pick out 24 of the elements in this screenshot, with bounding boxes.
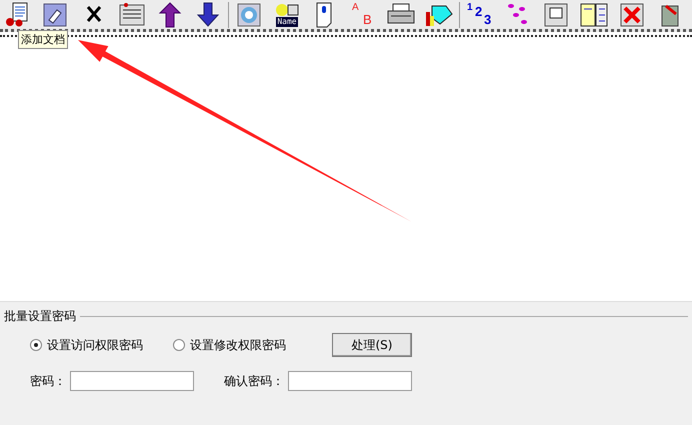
radio-button[interactable] <box>30 339 42 351</box>
password-field[interactable] <box>70 371 194 391</box>
icon-label: 1 <box>467 2 473 13</box>
process-button[interactable]: 处理(S) <box>332 333 412 357</box>
icon-label: 2 <box>475 4 482 19</box>
toolbar-button[interactable]: A B <box>345 1 381 29</box>
icon-label: Name <box>276 17 298 27</box>
field-label: 确认密码： <box>224 372 284 390</box>
globe-icon <box>235 2 263 28</box>
tooltip: 添加文档 <box>18 30 68 49</box>
radio-label: 设置访问权限密码 <box>47 336 143 354</box>
radio-label: 设置修改权限密码 <box>190 336 286 354</box>
icon-label: 3 <box>484 12 492 27</box>
down-arrow-icon <box>194 2 222 28</box>
up-arrow-icon <box>156 2 184 28</box>
group-title: 批量设置密码 <box>4 308 76 325</box>
icon-label: A <box>352 2 359 13</box>
radio-button[interactable] <box>173 339 185 351</box>
field-label: 密码： <box>30 372 66 390</box>
radio-option[interactable]: 设置修改权限密码 <box>173 336 286 354</box>
toolbar-button[interactable]: Name <box>269 1 305 29</box>
password-field[interactable] <box>288 371 412 391</box>
icon-label: B <box>363 12 372 27</box>
radio-option[interactable]: 设置访问权限密码 <box>30 336 143 354</box>
